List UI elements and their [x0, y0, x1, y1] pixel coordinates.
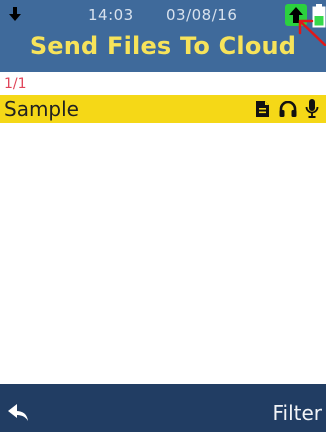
- download-arrow-icon: [9, 7, 21, 21]
- header-bar: 14:03 03/08/16 Send Files To Cloud: [0, 0, 326, 72]
- status-bar: 14:03 03/08/16: [0, 0, 326, 28]
- back-arrow-icon[interactable]: [8, 404, 30, 422]
- list-item-selected[interactable]: Sample: [0, 95, 326, 123]
- document-icon: [256, 101, 269, 117]
- list-item-label: Sample: [4, 97, 79, 121]
- headphones-icon: [279, 101, 297, 117]
- footer-bar: Filter: [0, 384, 326, 432]
- status-time: 14:03: [88, 6, 134, 24]
- red-pointer-arrow: [298, 19, 326, 46]
- filter-button[interactable]: Filter: [272, 400, 322, 426]
- status-date: 03/08/16: [166, 6, 238, 24]
- microphone-icon: [305, 99, 319, 118]
- page-title: Send Files To Cloud: [29, 32, 297, 60]
- item-counter: 1/1: [4, 76, 27, 92]
